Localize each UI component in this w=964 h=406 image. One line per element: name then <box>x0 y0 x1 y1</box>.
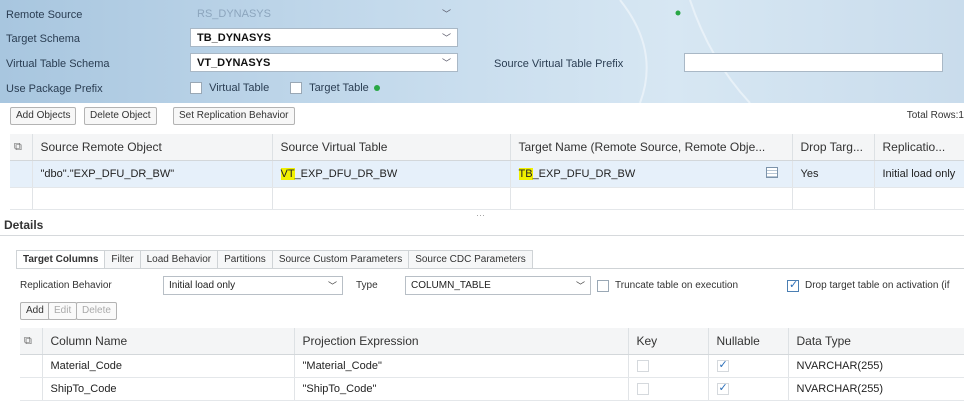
source-remote-object-cell: "dbo"."EXP_DFU_DR_BW" <box>32 160 273 188</box>
projection-expression-cell: "ShipTo_Code" <box>294 377 629 401</box>
nullable-checkbox[interactable] <box>716 382 729 395</box>
chevron-down-icon: ﹀ <box>441 9 451 19</box>
drop-target-cell: Yes <box>792 160 875 188</box>
drop-on-activation-checkbox[interactable] <box>787 280 799 292</box>
replication-cell: Initial load only <box>874 160 964 188</box>
virtual-table-schema-label: Virtual Table Schema <box>6 58 110 70</box>
source-virtual-table-prefix-input[interactable] <box>684 53 943 72</box>
source-virtual-table-cell[interactable]: VT_EXP_DFU_DR_BW <box>272 160 511 188</box>
virtual-table-schema-select[interactable]: VT_DYNASYS ﹀ <box>190 53 458 72</box>
replication-objects-table: ⧉ Source Remote Object Source Virtual Ta… <box>10 134 964 210</box>
object-settings-form: Remote Source RS_DYNASYS ﹀ Target Schema… <box>0 0 964 103</box>
edit-column-button[interactable]: Edit <box>48 302 78 320</box>
use-package-prefix-label: Use Package Prefix <box>6 83 103 95</box>
target-schema-row: Target Schema TB_DYNASYS ﹀ <box>0 28 964 50</box>
data-type-cell: NVARCHAR(255) <box>788 377 964 401</box>
column-settings-icon[interactable]: ⧉ <box>10 134 33 161</box>
tab-partitions[interactable]: Partitions <box>217 250 273 269</box>
highlight-vt: VT <box>280 167 295 180</box>
objects-table-header: ⧉ Source Remote Object Source Virtual Ta… <box>10 134 964 161</box>
remote-source-row: Remote Source RS_DYNASYS ﹀ <box>0 4 964 26</box>
truncate-checkbox[interactable] <box>597 280 609 292</box>
column-name-cell: Material_Code <box>42 354 295 378</box>
tab-load-behavior[interactable]: Load Behavior <box>139 250 219 269</box>
add-objects-button[interactable]: Add Objects <box>10 107 77 125</box>
delete-column-button[interactable]: Delete <box>76 302 117 320</box>
header-target-name[interactable]: Target Name (Remote Source, Remote Obje.… <box>510 134 793 161</box>
tab-source-cdc-parameters[interactable]: Source CDC Parameters <box>408 250 533 269</box>
tab-source-custom-parameters[interactable]: Source Custom Parameters <box>271 250 410 269</box>
target-schema-select[interactable]: TB_DYNASYS ﹀ <box>190 28 458 47</box>
target-table-checkbox[interactable] <box>290 82 302 95</box>
tab-target-columns[interactable]: Target Columns <box>16 250 106 269</box>
virtual-table-option[interactable]: Virtual Table <box>190 82 269 95</box>
add-column-button[interactable]: Add <box>20 302 50 320</box>
header-column-name[interactable]: Column Name <box>42 328 295 355</box>
remote-source-label: Remote Source <box>6 9 83 21</box>
use-package-prefix-row: Use Package Prefix Virtual Table Target … <box>0 78 964 100</box>
virtual-table-checkbox[interactable] <box>190 82 202 95</box>
set-replication-behavior-button[interactable]: Set Replication Behavior <box>173 107 295 125</box>
tab-filter[interactable]: Filter <box>104 250 141 269</box>
data-type-cell: NVARCHAR(255) <box>788 354 964 378</box>
type-label: Type <box>356 280 378 291</box>
chevron-down-icon: ﹀ <box>575 281 585 291</box>
details-title: Details <box>4 218 44 232</box>
key-checkbox[interactable] <box>636 382 649 395</box>
replication-behavior-row: Replication Behavior Initial load only ﹀… <box>0 276 964 296</box>
table-row[interactable]: ShipTo_Code "ShipTo_Code" NVARCHAR(255) <box>20 377 964 401</box>
header-source-remote-object[interactable]: Source Remote Object <box>32 134 273 161</box>
table-row[interactable]: Material_Code "Material_Code" NVARCHAR(2… <box>20 354 964 378</box>
target-table-option[interactable]: Target Table <box>290 82 380 95</box>
key-checkbox[interactable] <box>636 359 649 372</box>
column-name-cell: ShipTo_Code <box>42 377 295 401</box>
target-name-cell[interactable]: TB_EXP_DFU_DR_BW <box>510 160 793 188</box>
table-row[interactable]: "dbo"."EXP_DFU_DR_BW" VT_EXP_DFU_DR_BW T… <box>10 160 964 188</box>
header-key[interactable]: Key <box>628 328 709 355</box>
virtual-table-schema-row: Virtual Table Schema VT_DYNASYS ﹀ Source… <box>0 53 964 75</box>
columns-table-header: ⧉ Column Name Projection Expression Key … <box>20 328 964 355</box>
status-dot-icon <box>373 85 380 92</box>
drop-on-activation-label: Drop target table on activation (if <box>805 280 950 291</box>
value-help-icon[interactable] <box>765 166 778 178</box>
chevron-down-icon: ﹀ <box>327 281 337 291</box>
objects-toolbar: Add Objects Delete Object Set Replicatio… <box>0 105 964 127</box>
remote-source-select: RS_DYNASYS ﹀ <box>197 8 451 20</box>
projection-expression-cell: "Material_Code" <box>294 354 629 378</box>
splitter-handle[interactable]: ··· <box>476 210 485 220</box>
chevron-down-icon: ﹀ <box>441 58 451 68</box>
header-data-type[interactable]: Data Type <box>788 328 964 355</box>
details-tabs: Target Columns Filter Load Behavior Part… <box>16 250 533 269</box>
highlight-tb: TB <box>518 167 533 180</box>
nullable-checkbox[interactable] <box>716 359 729 372</box>
tabs-divider <box>16 268 964 269</box>
delete-object-button[interactable]: Delete Object <box>84 107 157 125</box>
header-replication[interactable]: Replicatio... <box>874 134 964 161</box>
details-divider <box>0 235 964 236</box>
header-projection-expression[interactable]: Projection Expression <box>294 328 629 355</box>
type-select[interactable]: COLUMN_TABLE ﹀ <box>405 276 591 295</box>
total-rows-count: Total Rows:1 <box>906 110 964 121</box>
target-columns-table: ⧉ Column Name Projection Expression Key … <box>20 328 964 401</box>
truncate-label: Truncate table on execution <box>615 280 739 291</box>
table-row <box>10 187 964 210</box>
header-nullable[interactable]: Nullable <box>708 328 789 355</box>
replication-behavior-select[interactable]: Initial load only ﹀ <box>163 276 343 295</box>
source-virtual-table-prefix-label: Source Virtual Table Prefix <box>494 58 624 70</box>
header-drop-target[interactable]: Drop Targ... <box>792 134 875 161</box>
chevron-down-icon: ﹀ <box>441 33 451 43</box>
replication-behavior-label: Replication Behavior <box>20 280 112 291</box>
target-schema-label: Target Schema <box>6 33 80 45</box>
column-settings-icon[interactable]: ⧉ <box>20 328 43 355</box>
header-source-virtual-table[interactable]: Source Virtual Table <box>272 134 511 161</box>
